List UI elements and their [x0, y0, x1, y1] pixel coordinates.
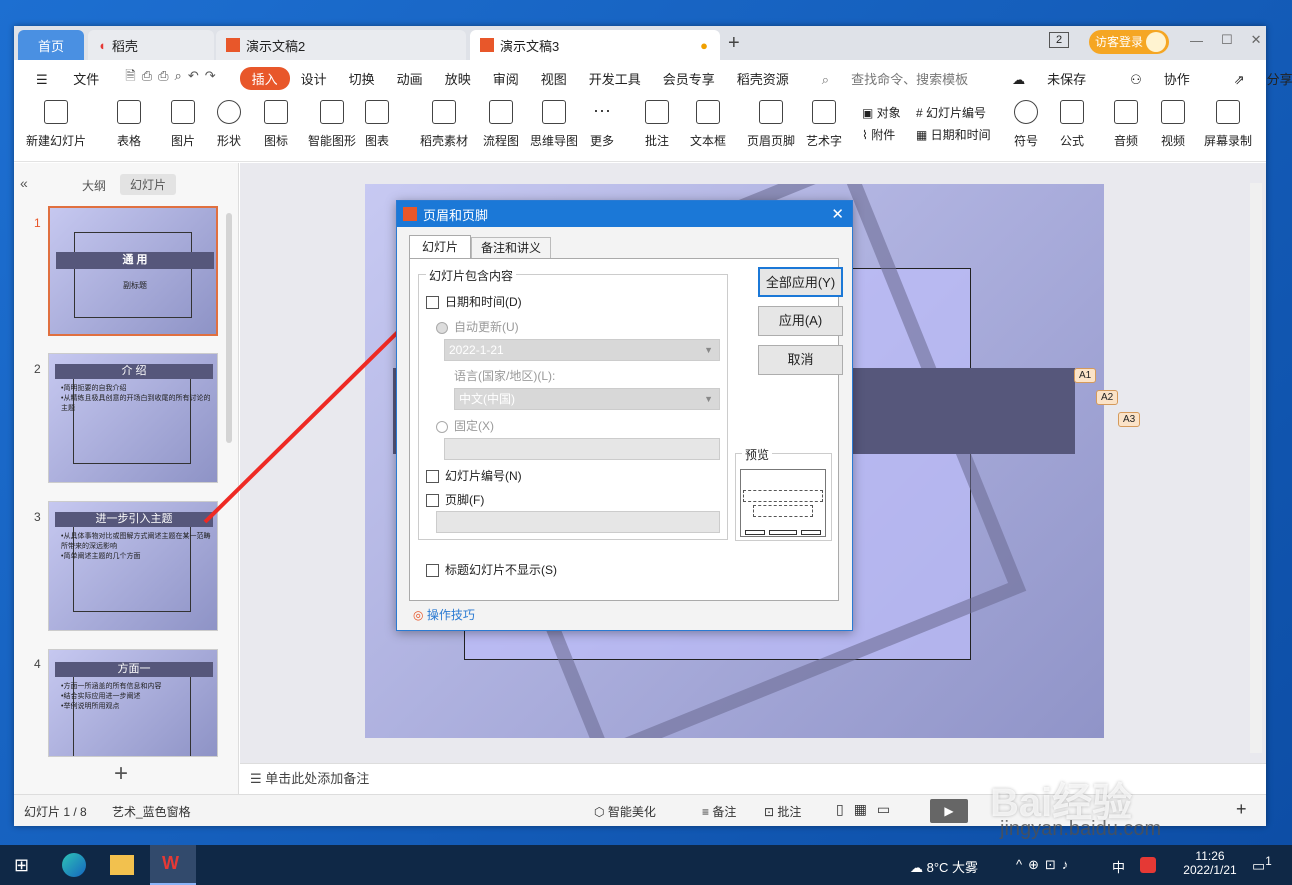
preview-slide	[740, 469, 826, 537]
hide-on-title-checkbox[interactable]: 标题幻灯片不显示(S)	[426, 561, 557, 578]
checkbox-box	[426, 494, 439, 508]
tips-label: 操作技巧	[426, 608, 475, 622]
tab-notes-handouts[interactable]: 备注和讲义	[471, 237, 551, 259]
dialog-tab-panel: 幻灯片包含内容 日期和时间(D) 自动更新(U) 2022-1-21 ▼ 语言(国…	[409, 258, 843, 601]
checkbox-box	[426, 470, 439, 484]
tray-icons[interactable]: ^⊕⊡♪	[1016, 857, 1074, 873]
cloud-icon: ☁	[910, 860, 927, 875]
date-time-checkbox[interactable]: 日期和时间(D)	[426, 293, 522, 310]
checkbox-box	[426, 296, 439, 310]
fixed-date-input[interactable]	[444, 438, 720, 460]
windows-taskbar: ⊞ W ☁ 8°C 大雾 ^⊕⊡♪ 中 11:26 2022/1/21 ▭1	[0, 845, 1292, 885]
file-explorer-icon[interactable]	[110, 855, 134, 875]
watermark-url: jingyan.baidu.com	[1000, 818, 1162, 840]
auto-update-radio[interactable]: 自动更新(U)	[436, 318, 519, 335]
arrow-line	[203, 316, 414, 524]
wps-icon: W	[162, 853, 179, 873]
group-label: 幻灯片包含内容	[426, 267, 517, 284]
radio-dot	[436, 321, 448, 334]
cancel-button[interactable]: 取消	[758, 345, 843, 375]
play-circle-icon: ◎	[413, 608, 427, 622]
chevron-down-icon: ▼	[704, 345, 713, 355]
ime-indicator[interactable]: 中	[1112, 857, 1125, 876]
date-time-option: 日期和时间(D)	[445, 295, 522, 309]
apply-all-button[interactable]: 全部应用(Y)	[758, 267, 843, 297]
date-value: 2022-1-21	[449, 343, 504, 357]
preview-label: 预览	[742, 446, 773, 463]
footer-option: 页脚(F)	[445, 493, 485, 507]
footer-text-input[interactable]	[436, 511, 720, 533]
fixed-option: 固定(X)	[454, 419, 494, 433]
notification-icon[interactable]: ▭1	[1252, 855, 1272, 875]
wps-taskbar-button[interactable]: W	[150, 845, 196, 885]
weather-text: 8°C 大雾	[926, 860, 979, 875]
footer-checkbox[interactable]: 页脚(F)	[426, 491, 484, 508]
checkbox-box	[426, 564, 439, 578]
radio-dot	[436, 420, 448, 433]
preview-date-area	[745, 530, 765, 535]
preview-footer-area	[769, 530, 797, 535]
slide-number-checkbox[interactable]: 幻灯片编号(N)	[426, 467, 522, 484]
date-format-select[interactable]: 2022-1-21 ▼	[444, 339, 720, 361]
tab-slide[interactable]: 幻灯片	[409, 235, 471, 259]
notification-count: 1	[1265, 855, 1272, 868]
language-label: 语言(国家/地区)(L):	[454, 369, 556, 383]
preview-body-area	[753, 505, 813, 517]
slide-number-option: 幻灯片编号(N)	[445, 469, 522, 483]
weather-widget[interactable]: ☁ 8°C 大雾	[910, 857, 978, 876]
apply-button[interactable]: 应用(A)	[758, 306, 843, 336]
clock-time: 11:26	[1195, 849, 1225, 863]
language-select[interactable]: 中文(中国) ▼	[454, 388, 720, 410]
edge-icon[interactable]	[62, 853, 86, 877]
tips-link[interactable]: ◎ 操作技巧	[413, 606, 475, 623]
dialog-close-icon[interactable]: ✕	[831, 205, 844, 223]
sogou-icon[interactable]	[1140, 857, 1156, 873]
dialog-title: 页眉和页脚	[423, 207, 489, 223]
language-value: 中文(中国)	[459, 392, 515, 406]
clock[interactable]: 11:26 2022/1/21	[1180, 849, 1240, 877]
dialog-titlebar: 页眉和页脚 ✕	[397, 201, 852, 227]
chevron-down-icon: ▼	[704, 394, 713, 404]
header-footer-dialog: 页眉和页脚 ✕ 幻灯片 备注和讲义 幻灯片包含内容 日期和时间(D) 自动更新(…	[396, 200, 853, 631]
preview-number-area	[801, 530, 821, 535]
clock-date: 2022/1/21	[1183, 863, 1237, 877]
auto-update-option: 自动更新(U)	[454, 320, 519, 334]
windows-start-icon[interactable]: ⊞	[14, 855, 29, 876]
preview-title-area	[743, 490, 823, 502]
fixed-radio[interactable]: 固定(X)	[436, 417, 494, 434]
app-icon	[403, 207, 417, 221]
hide-on-title-option: 标题幻灯片不显示(S)	[445, 563, 557, 577]
